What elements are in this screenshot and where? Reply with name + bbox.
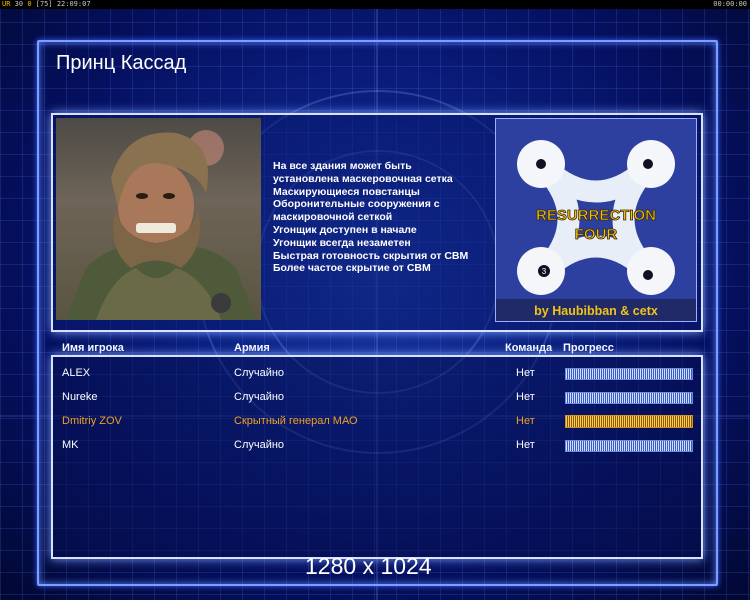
feature-line: Быстрая готовность скрытия от СВМ xyxy=(273,249,469,262)
player-team: Нет xyxy=(516,391,535,403)
player-army: Случайно xyxy=(234,439,285,451)
map-name-line2: FOUR xyxy=(575,226,618,243)
player-team: Нет xyxy=(516,415,535,427)
player-progress-bar xyxy=(565,392,693,404)
feature-line: Маскирующиеся повстанцы xyxy=(273,185,420,198)
feature-line: маскировочной сеткой xyxy=(273,211,393,224)
map-author: by Haubibban & cetx xyxy=(534,304,658,318)
player-progress-bar xyxy=(565,415,693,428)
page-title: Принц Кассад xyxy=(56,52,187,74)
player-team: Нет xyxy=(516,439,535,451)
player-name: ALEX xyxy=(62,367,91,379)
status-code: UR xyxy=(2,0,11,8)
resolution-label: 1280 x 1024 xyxy=(305,553,432,579)
player-team: Нет xyxy=(516,367,535,379)
feature-line: Угонщик всегда незаметен xyxy=(273,236,411,249)
feature-line: Оборонительные сооружения с xyxy=(273,198,440,211)
header-team: Команда xyxy=(505,342,553,354)
player-name: Dmitriy ZOV xyxy=(62,415,122,427)
map-preview: 3 RESURRECTION FOUR by Haubibban & cetx xyxy=(495,118,697,322)
status-zero: 0 xyxy=(27,0,32,8)
player-name: Nureke xyxy=(62,391,98,403)
player-army: Случайно xyxy=(234,391,285,403)
feature-line: Угонщик доступен в начале xyxy=(273,223,417,236)
general-features-list: На все здания может быть установлена мас… xyxy=(273,160,468,275)
player-army: Скрытный генерал МАО xyxy=(234,415,358,427)
map-preview-image: 3 RESURRECTION FOUR by Haubibban & cetx xyxy=(496,119,696,321)
status-time: 22:09:07 xyxy=(56,0,91,8)
player-army: Случайно xyxy=(234,367,285,379)
status-timer: 00:00:00 xyxy=(713,0,747,8)
portrait-image xyxy=(66,130,256,320)
feature-line: Более частое скрытие от СВМ xyxy=(273,262,431,275)
player-progress-bar xyxy=(565,440,693,452)
header-army: Армия xyxy=(234,342,270,354)
header-player: Имя игрока xyxy=(62,342,124,354)
status-bar: UR 30 0 [75] 22:09:07 00:00:00 xyxy=(0,0,750,9)
map-name-line1: RESURRECTION xyxy=(536,207,656,224)
status-fps: 30 xyxy=(14,0,24,8)
feature-line: установлена маскеровочная сетка xyxy=(273,172,453,185)
status-left: UR 30 0 [75] 22:09:07 xyxy=(2,0,91,9)
header-progress: Прогресс xyxy=(563,342,614,354)
map-slot-label: 3 xyxy=(542,267,547,276)
status-bracket: [75] xyxy=(35,0,53,8)
player-progress-bar xyxy=(565,368,693,380)
player-name: MK xyxy=(62,439,79,451)
feature-line: На все здания может быть xyxy=(273,160,412,172)
general-portrait xyxy=(56,118,261,320)
